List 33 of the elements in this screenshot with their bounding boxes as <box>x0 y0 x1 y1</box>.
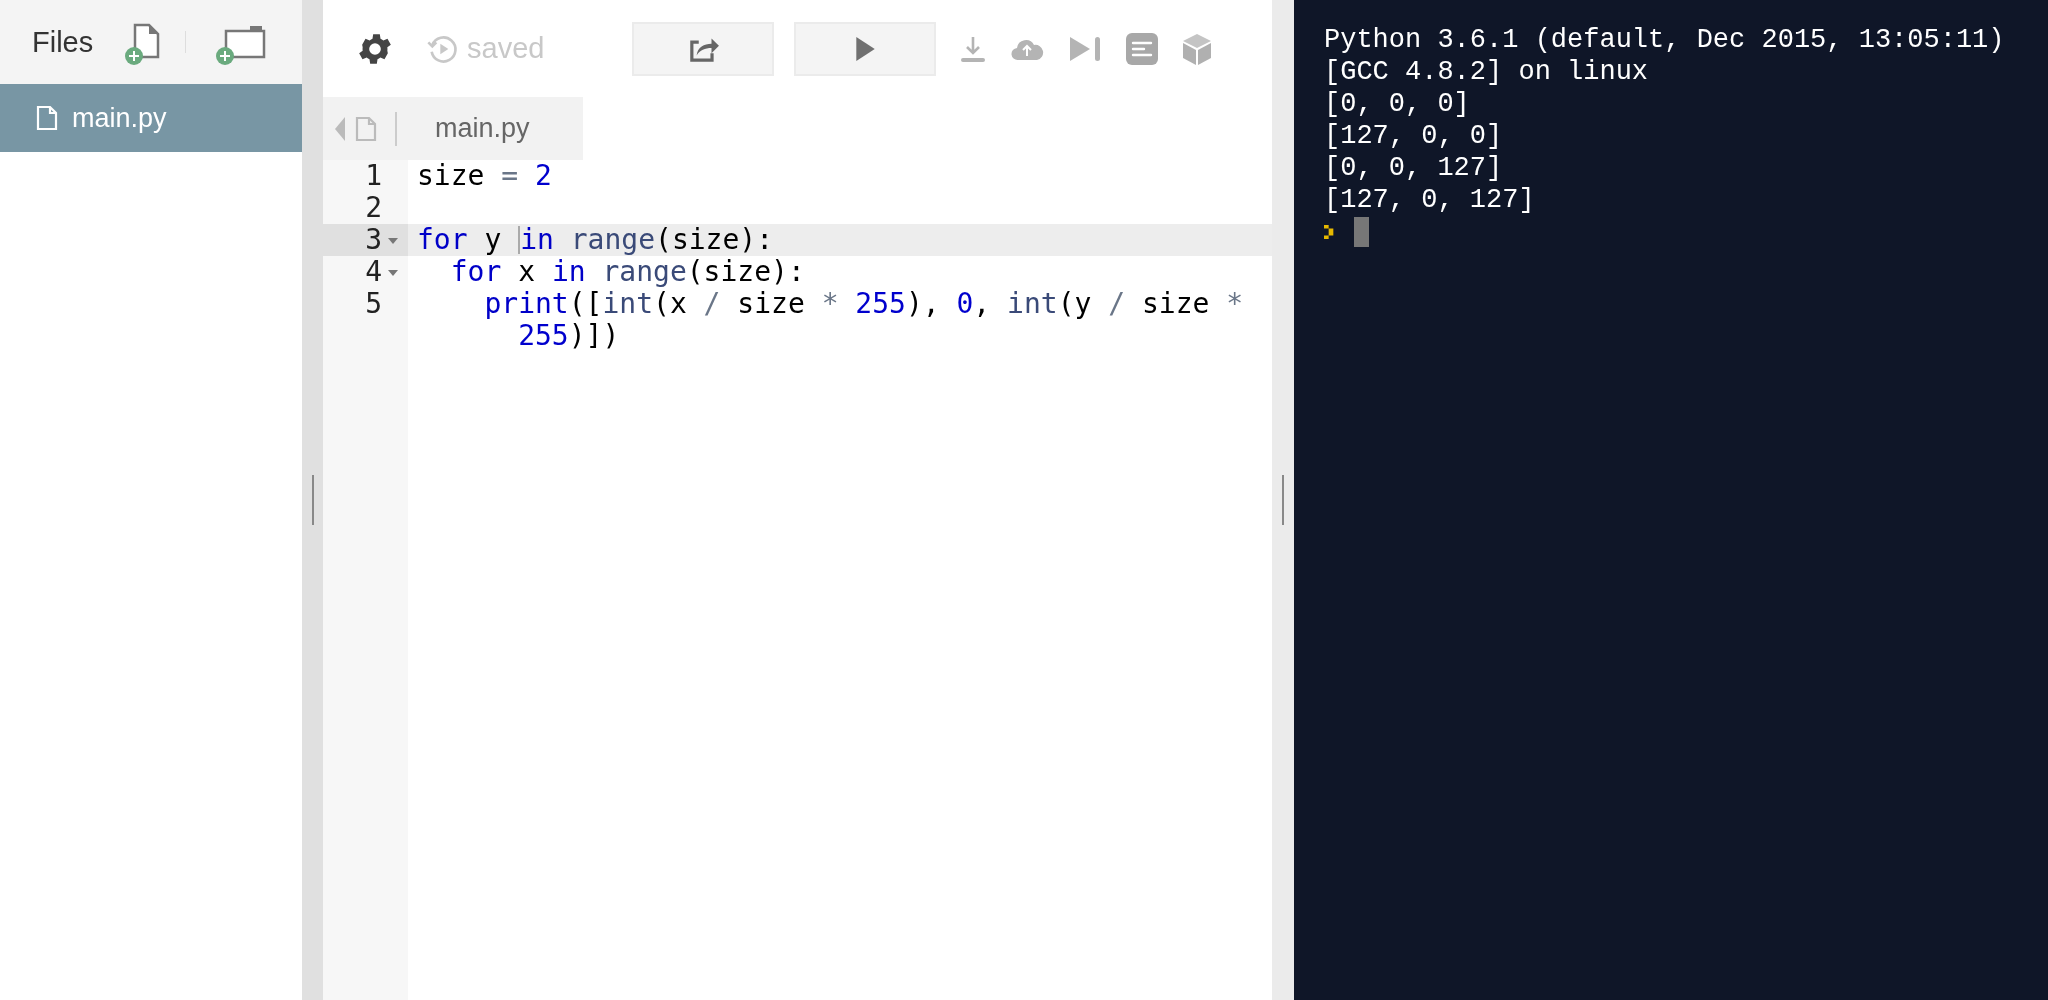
files-title: Files <box>32 25 94 59</box>
notes-icon[interactable] <box>1126 32 1158 65</box>
run-button[interactable] <box>794 21 936 76</box>
file-item[interactable]: main.py <box>0 84 302 152</box>
console-panel[interactable]: Python 3.6.1 (default, Dec 2015, 13:05:11) [GCC 4.8.2] on linux [0, 0, 0] [127, 0, 0] [0, 0, 127] [127, 0, 127] <box>1294 0 2048 1000</box>
code-line: print([int(x / size * 255), 0, int(y / size * 255)]) <box>483 288 1245 352</box>
console-output: [127, 0, 127] <box>1324 184 1535 216</box>
console-output: [127, 0, 0] <box>1324 120 1503 152</box>
code-line: for x in range(size): <box>449 256 805 288</box>
download-icon[interactable] <box>960 34 986 63</box>
new-folder-icon[interactable] <box>214 23 267 67</box>
play-icon <box>854 35 876 62</box>
step-forward-icon[interactable] <box>1068 34 1102 63</box>
console-output: [0, 0, 127] <box>1324 152 1503 184</box>
code-line: size = 2 <box>417 160 552 192</box>
line-number: 2 <box>365 192 382 224</box>
line-number: 3 <box>365 224 382 256</box>
file-icon <box>355 115 377 142</box>
code-line: for y in range(size): <box>417 224 774 256</box>
fold-caret-icon[interactable] <box>388 270 398 276</box>
collapse-arrow-icon[interactable] <box>335 116 345 141</box>
cube-icon[interactable] <box>1182 32 1212 65</box>
console-output: [0, 0, 0] <box>1324 88 1470 120</box>
file-icon <box>36 105 58 131</box>
line-number: 1 <box>365 160 382 192</box>
text-cursor <box>518 226 521 254</box>
fold-caret-icon[interactable] <box>388 238 398 244</box>
console-cursor <box>1354 217 1369 247</box>
console-output: [GCC 4.8.2] on linux <box>1324 56 1649 88</box>
share-button[interactable] <box>632 21 774 76</box>
line-number: 4 <box>365 256 382 288</box>
line-number: 5 <box>365 288 382 320</box>
console-output: Python 3.6.1 (default, Dec 2015, 13:05:11) <box>1324 24 2005 56</box>
